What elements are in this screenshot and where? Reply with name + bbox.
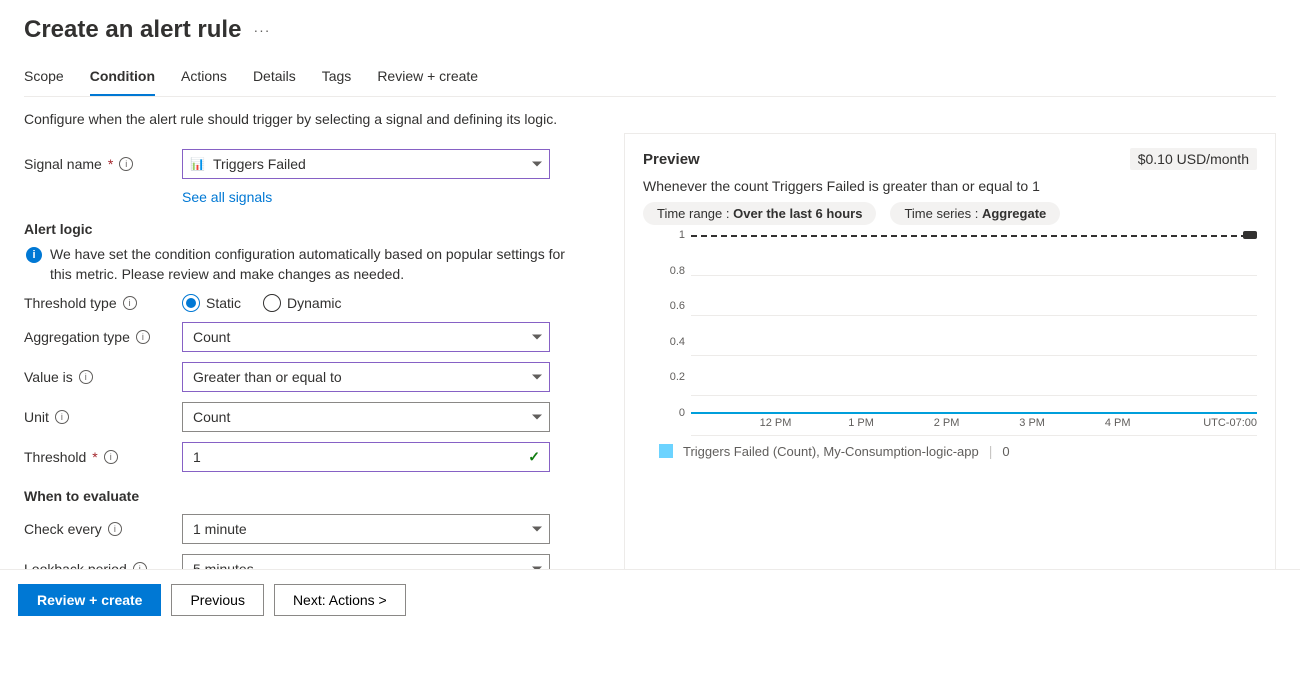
- info-icon[interactable]: i: [123, 296, 137, 310]
- tab-scope[interactable]: Scope: [24, 58, 64, 96]
- radio-unchecked-icon: [263, 294, 281, 312]
- checkmark-icon: ✓: [528, 449, 540, 466]
- required-indicator: *: [92, 449, 97, 465]
- threshold-input[interactable]: 1 ✓: [182, 442, 550, 472]
- page-title: Create an alert rule: [24, 16, 241, 44]
- info-icon[interactable]: i: [55, 410, 69, 424]
- alert-logic-heading: Alert logic: [24, 221, 584, 237]
- tab-tags[interactable]: Tags: [322, 58, 352, 96]
- info-icon[interactable]: i: [136, 330, 150, 344]
- chevron-down-icon: [532, 375, 542, 380]
- cost-badge: $0.10 USD/month: [1130, 148, 1257, 170]
- radio-checked-icon: [182, 294, 200, 312]
- threshold-label: Threshold: [24, 449, 86, 465]
- info-icon[interactable]: i: [79, 370, 93, 384]
- legend-swatch: [659, 444, 673, 458]
- preview-description: Whenever the count Triggers Failed is gr…: [643, 178, 1257, 194]
- tab-details[interactable]: Details: [253, 58, 296, 96]
- tab-condition[interactable]: Condition: [90, 58, 155, 96]
- preview-panel: Preview $0.10 USD/month Whenever the cou…: [624, 133, 1276, 628]
- see-all-signals-link[interactable]: See all signals: [182, 189, 272, 205]
- signal-name-value: Triggers Failed: [213, 156, 306, 172]
- info-icon: i: [26, 247, 42, 263]
- chevron-down-icon: [532, 335, 542, 340]
- next-actions-button[interactable]: Next: Actions >: [274, 584, 406, 616]
- required-indicator: *: [108, 156, 113, 172]
- when-to-evaluate-heading: When to evaluate: [24, 488, 584, 504]
- aggregation-type-select[interactable]: Count: [182, 322, 550, 352]
- chevron-down-icon: [532, 415, 542, 420]
- info-icon[interactable]: i: [108, 522, 122, 536]
- timezone-label: UTC-07:00: [1203, 417, 1257, 435]
- chart-icon: 📊: [190, 157, 205, 171]
- chart-legend: Triggers Failed (Count), My-Consumption-…: [643, 443, 1257, 459]
- info-icon[interactable]: i: [104, 450, 118, 464]
- preview-chart: 1 0.8 0.6 0.4 0.2 0 12 PM 1 PM 2 PM 3 PM…: [643, 235, 1257, 435]
- preview-title: Preview: [643, 151, 700, 168]
- threshold-marker: [1243, 231, 1257, 239]
- more-actions-icon[interactable]: ···: [253, 22, 270, 38]
- unit-select[interactable]: Count: [182, 402, 550, 432]
- tab-actions[interactable]: Actions: [181, 58, 227, 96]
- time-series-badge[interactable]: Time series : Aggregate: [890, 202, 1060, 225]
- check-every-label: Check every: [24, 521, 102, 537]
- review-create-button[interactable]: Review + create: [18, 584, 161, 616]
- signal-name-label: Signal name: [24, 156, 102, 172]
- value-is-label: Value is: [24, 369, 73, 385]
- footer-bar: Review + create Previous Next: Actions >: [0, 569, 1300, 630]
- threshold-type-static-radio[interactable]: Static: [182, 294, 241, 312]
- value-is-select[interactable]: Greater than or equal to: [182, 362, 550, 392]
- signal-name-select[interactable]: 📊 Triggers Failed: [182, 149, 550, 179]
- tab-review[interactable]: Review + create: [377, 58, 478, 96]
- previous-button[interactable]: Previous: [171, 584, 263, 616]
- series-line: [691, 412, 1257, 414]
- x-axis: 12 PM 1 PM 2 PM 3 PM 4 PM UTC-07:00: [691, 417, 1257, 435]
- tab-bar: Scope Condition Actions Details Tags Rev…: [24, 58, 1276, 97]
- threshold-type-label: Threshold type: [24, 295, 117, 311]
- threshold-type-dynamic-radio[interactable]: Dynamic: [263, 294, 341, 312]
- info-icon[interactable]: i: [119, 157, 133, 171]
- chevron-down-icon: [532, 527, 542, 532]
- aggregation-type-label: Aggregation type: [24, 329, 130, 345]
- chevron-down-icon: [532, 162, 542, 167]
- unit-label: Unit: [24, 409, 49, 425]
- time-range-badge[interactable]: Time range : Over the last 6 hours: [643, 202, 876, 225]
- tab-description: Configure when the alert rule should tri…: [24, 111, 1276, 127]
- check-every-select[interactable]: 1 minute: [182, 514, 550, 544]
- info-banner-text: We have set the condition configuration …: [50, 245, 584, 284]
